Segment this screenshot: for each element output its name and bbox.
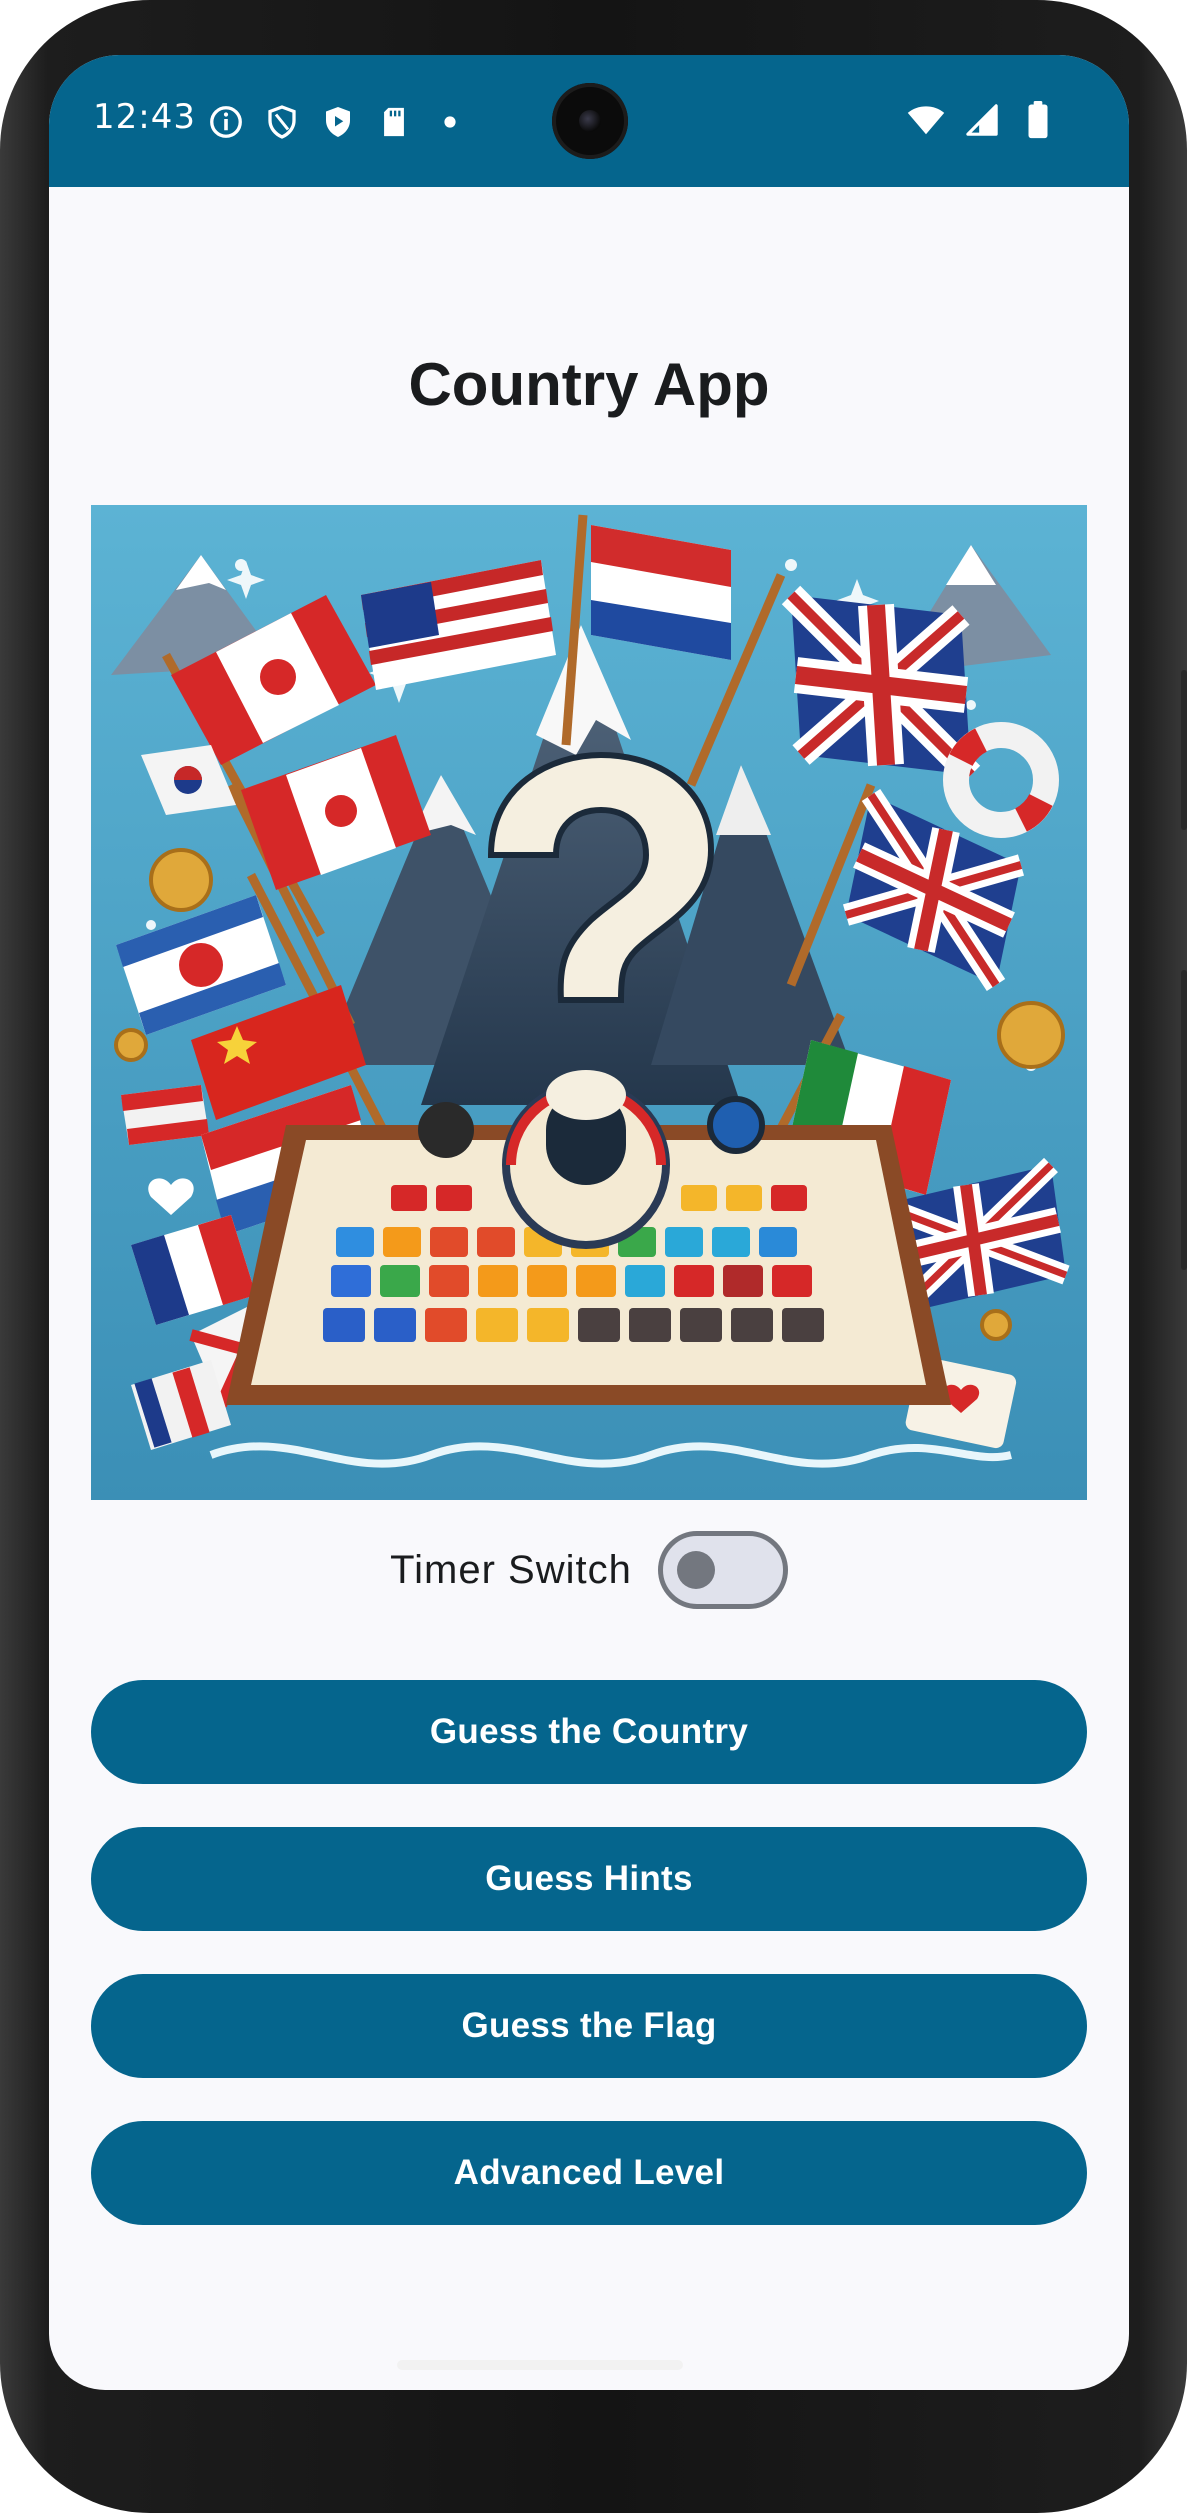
sd-card-icon <box>375 103 413 141</box>
flags-quiz-illustration <box>91 505 1087 1500</box>
shield-icon <box>263 103 301 141</box>
timer-switch[interactable] <box>657 1531 788 1609</box>
system-icons <box>907 101 1057 139</box>
cell-signal-icon <box>963 101 1001 139</box>
guess-the-country-button[interactable]: Guess the Country <box>91 1680 1087 1784</box>
play-shield-icon <box>319 103 357 141</box>
wifi-icon <box>907 101 945 139</box>
dot-icon <box>431 103 469 141</box>
status-time: 12:43 <box>93 97 196 137</box>
volume-button <box>1181 670 1187 830</box>
timer-row: Timer Switch <box>49 1525 1129 1615</box>
timer-switch-label: Timer Switch <box>390 1547 632 1592</box>
front-camera <box>552 83 628 159</box>
advanced-level-button[interactable]: Advanced Level <box>91 2121 1087 2225</box>
home-indicator[interactable] <box>397 2360 683 2370</box>
guess-the-flag-button[interactable]: Guess the Flag <box>91 1974 1087 2078</box>
hero-illustration <box>91 505 1087 1500</box>
battery-icon <box>1019 101 1057 139</box>
guess-hints-button[interactable]: Guess Hints <box>91 1827 1087 1931</box>
info-icon <box>207 103 245 141</box>
page-title: Country App <box>408 351 770 418</box>
screen: 12:43 Country App Timer Switch Guess the… <box>49 55 1129 2390</box>
power-button <box>1181 970 1187 1270</box>
switch-thumb <box>676 1551 715 1589</box>
notification-icons <box>207 103 469 141</box>
status-bar: 12:43 <box>49 55 1129 187</box>
